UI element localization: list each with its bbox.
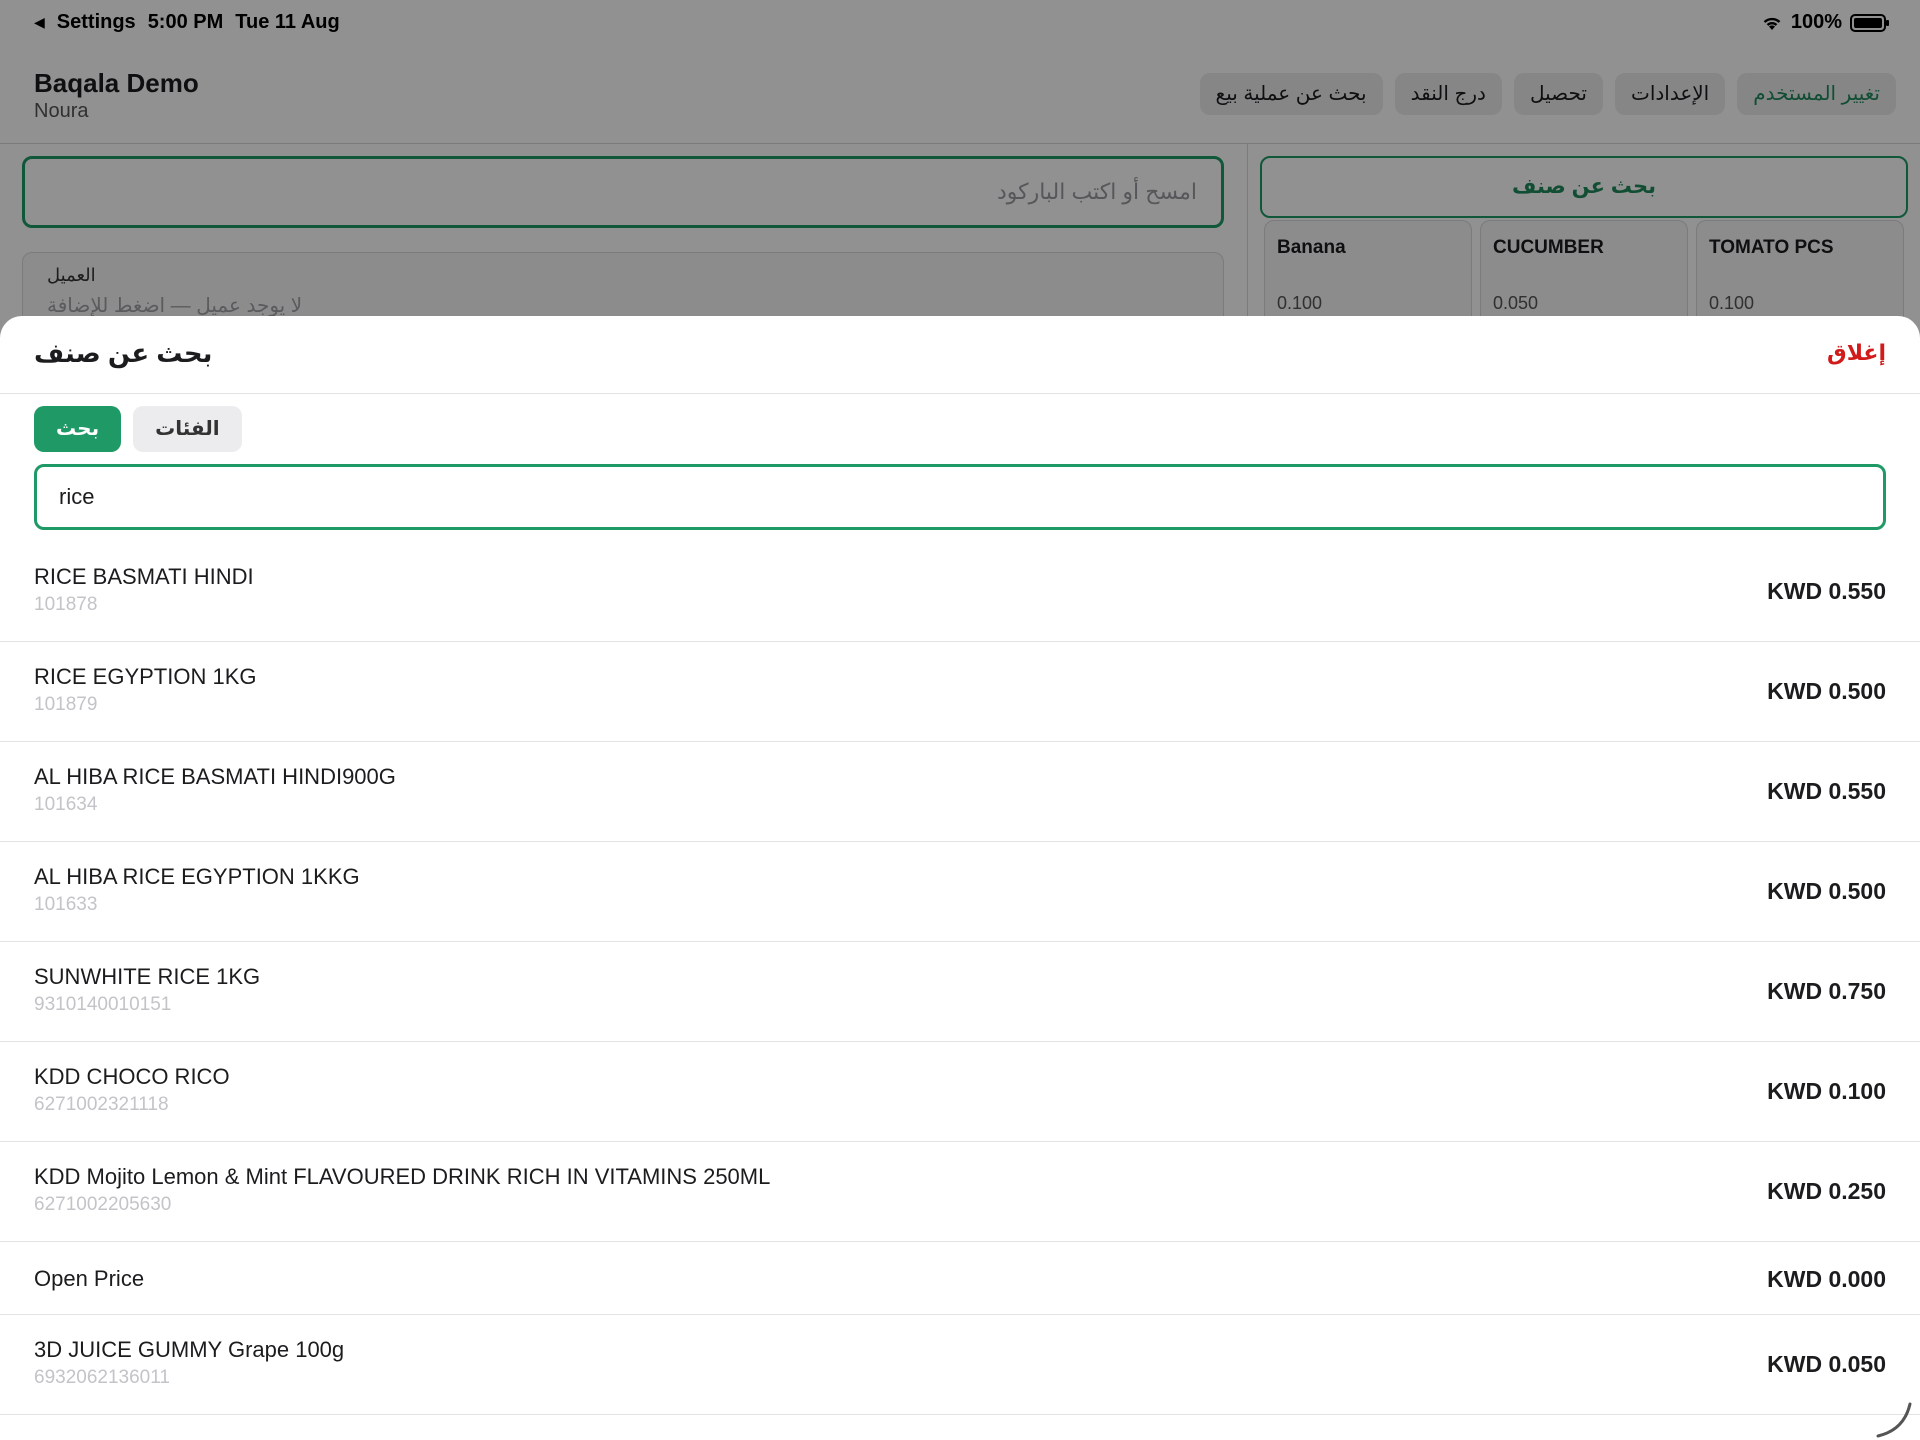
results-list: RICE BASMATI HINDI 101878 KWD 0.550 RICE… <box>0 542 1920 1415</box>
item-code: 6932062136011 <box>34 1367 170 1388</box>
item-name: 3D JUICE GUMMY Grape 100g <box>34 1337 345 1362</box>
resize-handle-icon <box>1876 1402 1912 1438</box>
item-code: 101633 <box>34 894 98 915</box>
item-name: Open Price <box>34 1266 145 1291</box>
item-name: KDD CHOCO RICO <box>34 1064 230 1089</box>
sheet-header: بحث عن صنف إغلاق <box>0 316 1920 394</box>
item-code: 6271002321118 <box>34 1094 169 1115</box>
item-name: AL HIBA RICE BASMATI HINDI900G <box>34 764 396 789</box>
item-price: KWD 0.550 <box>1767 578 1886 604</box>
item-code: 101878 <box>34 594 98 615</box>
item-code: 6271002205630 <box>34 1194 172 1215</box>
list-item[interactable]: KDD Mojito Lemon & Mint FLAVOURED DRINK … <box>0 1142 1920 1242</box>
list-item[interactable]: RICE BASMATI HINDI 101878 KWD 0.550 <box>0 542 1920 642</box>
item-name: RICE EGYPTION 1KG <box>34 664 257 689</box>
list-item[interactable]: 3D JUICE GUMMY Grape 100g 6932062136011 … <box>0 1315 1920 1415</box>
item-name: AL HIBA RICE EGYPTION 1KKG <box>34 864 360 889</box>
item-name: RICE BASMATI HINDI <box>34 564 254 589</box>
item-name: KDD Mojito Lemon & Mint FLAVOURED DRINK … <box>34 1164 771 1189</box>
item-code: 101879 <box>34 694 98 715</box>
list-item[interactable]: SUNWHITE RICE 1KG 9310140010151 KWD 0.75… <box>0 942 1920 1042</box>
item-search-input[interactable]: rice <box>34 464 1886 530</box>
item-price: KWD 0.750 <box>1767 978 1886 1004</box>
item-code: 101634 <box>34 794 98 815</box>
tab-search[interactable]: بحث <box>34 406 122 452</box>
list-item[interactable]: KDD CHOCO RICO 6271002321118 KWD 0.100 <box>0 1042 1920 1142</box>
item-price: KWD 0.100 <box>1767 1078 1886 1104</box>
tab-categories[interactable]: الفئات <box>133 406 242 452</box>
item-price: KWD 0.500 <box>1767 878 1886 904</box>
item-price: KWD 0.250 <box>1767 1178 1886 1204</box>
item-code: 9310140010151 <box>34 994 172 1015</box>
sheet-title: بحث عن صنف <box>34 338 213 368</box>
item-price: KWD 0.550 <box>1767 778 1886 804</box>
list-item[interactable]: AL HIBA RICE EGYPTION 1KKG 101633 KWD 0.… <box>0 842 1920 942</box>
item-name: SUNWHITE RICE 1KG <box>34 964 261 989</box>
list-item[interactable]: Open Price KWD 0.000 <box>0 1242 1920 1315</box>
item-price: KWD 0.000 <box>1767 1266 1886 1292</box>
mode-tabs: بحث الفئات <box>34 406 242 452</box>
item-price: KWD 0.500 <box>1767 678 1886 704</box>
list-item[interactable]: AL HIBA RICE BASMATI HINDI900G 101634 KW… <box>0 742 1920 842</box>
list-item[interactable]: RICE EGYPTION 1KG 101879 KWD 0.500 <box>0 642 1920 742</box>
close-button[interactable]: إغلاق <box>1827 340 1886 366</box>
item-search-sheet: بحث عن صنف إغلاق بحث الفئات rice RICE BA… <box>0 316 1920 1440</box>
item-price: KWD 0.050 <box>1767 1351 1886 1377</box>
